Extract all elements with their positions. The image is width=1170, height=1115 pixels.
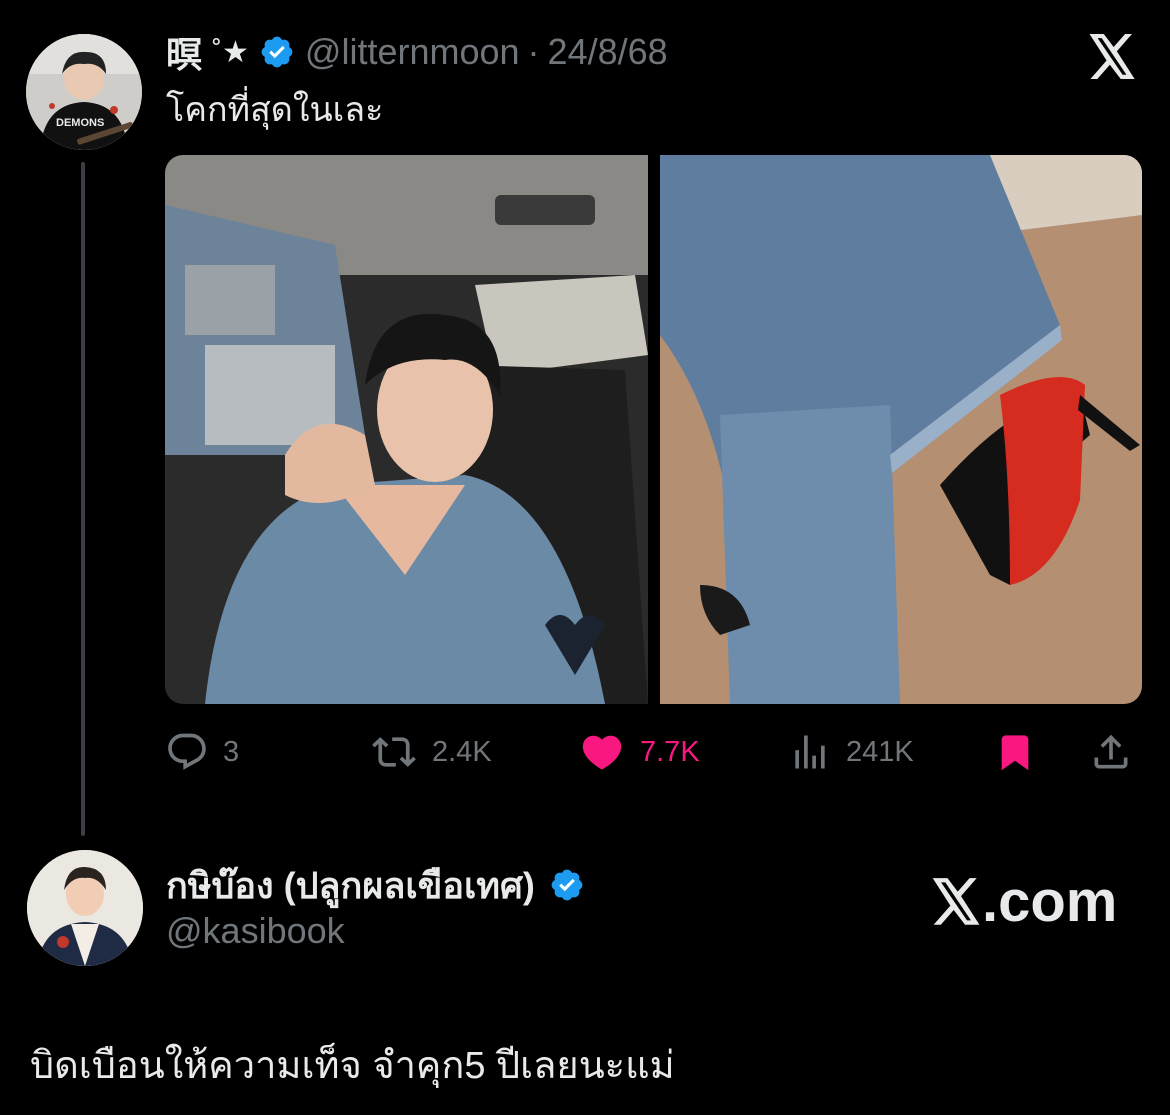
separator: · bbox=[527, 31, 540, 72]
reply-button[interactable]: 3 bbox=[165, 726, 239, 778]
reply-icon bbox=[168, 733, 206, 770]
source-domain: .com bbox=[982, 869, 1118, 934]
name-symbol: ˚★ bbox=[212, 35, 249, 69]
repost-count: 2.4K bbox=[432, 735, 492, 768]
repost-icon bbox=[372, 737, 416, 767]
like-button[interactable]: 7.7K bbox=[578, 726, 700, 778]
avatar[interactable]: DEMONS bbox=[26, 34, 142, 150]
media-grid[interactable] bbox=[165, 155, 1142, 704]
share-button[interactable] bbox=[1089, 726, 1133, 778]
like-icon bbox=[582, 735, 622, 770]
quote-header: กษิบ๊อง (ปลูกผลเขือเทศ) bbox=[166, 862, 585, 908]
bookmark-button[interactable] bbox=[995, 726, 1035, 778]
post-date[interactable]: 24/8/68 bbox=[548, 31, 668, 73]
tweet-header: 暝 ˚★ @litternmoon · 24/8/68 bbox=[166, 28, 668, 76]
reply-count: 3 bbox=[223, 735, 240, 768]
share-icon bbox=[1094, 734, 1128, 769]
quote-handle[interactable]: @kasibook bbox=[166, 910, 345, 952]
source-label: .com bbox=[930, 868, 1117, 935]
x-logo-icon[interactable] bbox=[1086, 34, 1138, 80]
verified-badge-icon bbox=[551, 869, 583, 901]
action-bar: 3 2.4K 7.7K 241K bbox=[165, 726, 1140, 778]
avatar[interactable] bbox=[27, 850, 143, 966]
quote-text: บิดเบือนให้ความเท็จ จำคุก5 ปีเลยนะแม่ bbox=[30, 1045, 675, 1087]
views-icon bbox=[795, 735, 825, 769]
views-count: 241K bbox=[846, 735, 914, 768]
verified-badge-icon bbox=[261, 36, 293, 68]
quote-display-name[interactable]: กษิบ๊อง (ปลูกผลเขือเทศ) bbox=[166, 857, 535, 914]
bookmark-icon bbox=[1001, 735, 1029, 771]
display-name[interactable]: 暝 bbox=[166, 26, 202, 78]
avatar-image bbox=[27, 850, 143, 966]
photo-image bbox=[660, 155, 1142, 704]
like-count: 7.7K bbox=[640, 735, 700, 768]
views-button[interactable]: 241K bbox=[788, 726, 914, 778]
photo-car-selfie[interactable] bbox=[165, 155, 648, 704]
photo-jeans-heels[interactable] bbox=[660, 155, 1142, 704]
x-logo-icon bbox=[932, 877, 980, 925]
tweet-text: โคกที่สุดในเละ bbox=[166, 91, 384, 129]
photo-image bbox=[165, 155, 648, 704]
avatar-image: DEMONS bbox=[26, 34, 142, 150]
thread-line bbox=[81, 162, 85, 836]
svg-text:DEMONS: DEMONS bbox=[56, 117, 104, 129]
repost-button[interactable]: 2.4K bbox=[370, 726, 492, 778]
handle[interactable]: @litternmoon bbox=[305, 31, 520, 73]
